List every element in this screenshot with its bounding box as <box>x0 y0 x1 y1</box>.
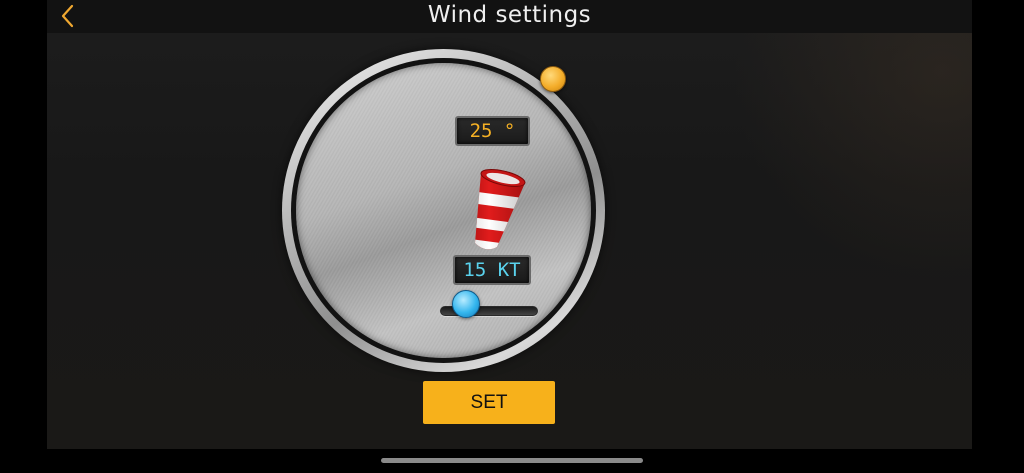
dial-ring <box>291 58 596 363</box>
wind-direction-dial[interactable] <box>282 49 605 372</box>
wind-direction-readout: 25 ° <box>455 116 530 146</box>
home-indicator[interactable] <box>381 458 643 463</box>
windsock-icon <box>475 169 526 250</box>
top-bar: Wind settings <box>47 0 972 33</box>
background-glow <box>732 20 972 280</box>
set-button[interactable]: SET <box>423 381 555 424</box>
page-title: Wind settings <box>427 2 592 28</box>
wind-speed-readout: 15 KT <box>453 255 531 285</box>
wind-direction-knob[interactable] <box>540 66 566 92</box>
